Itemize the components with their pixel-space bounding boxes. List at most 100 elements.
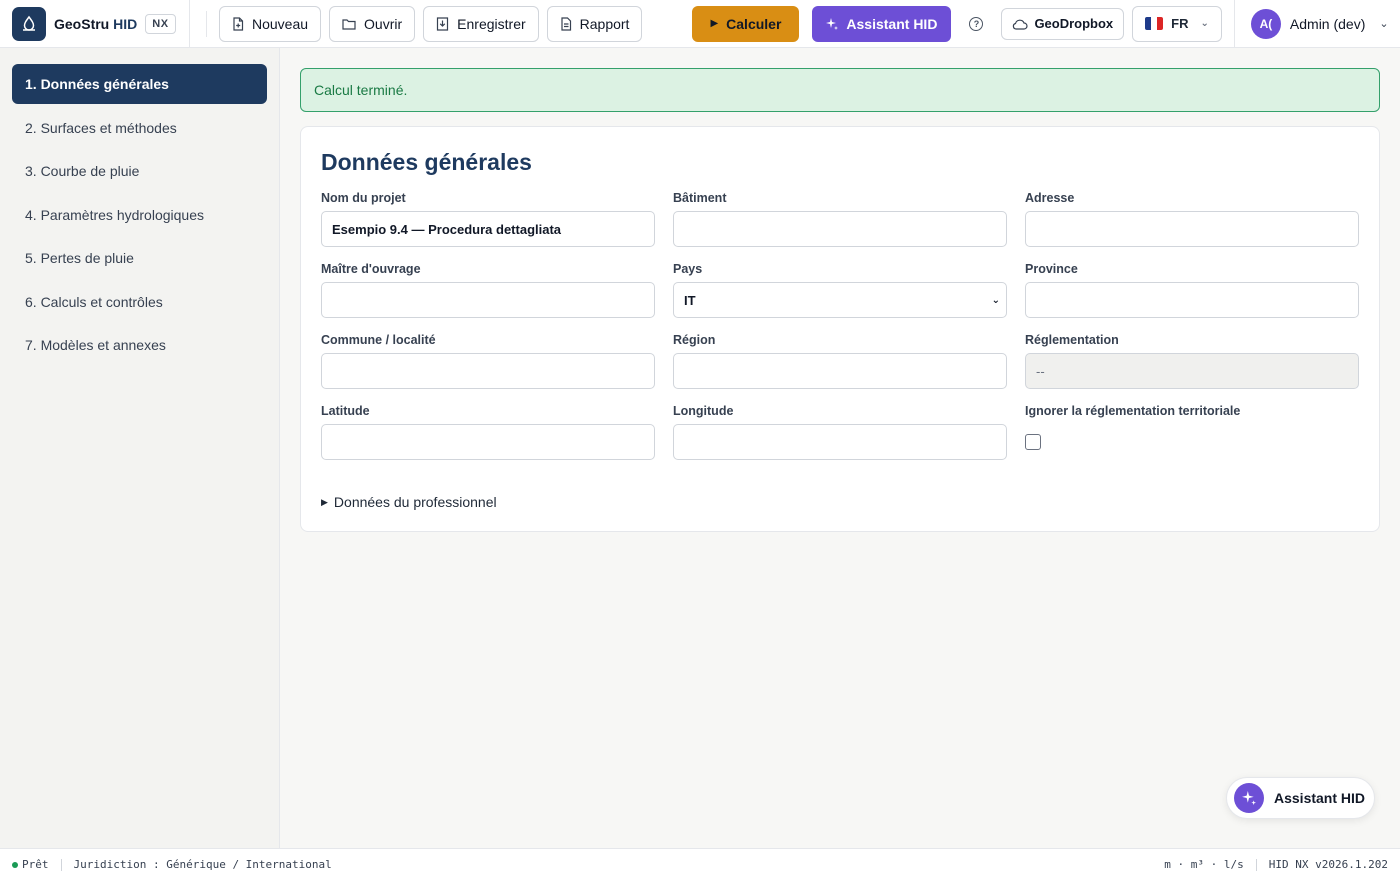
new-file-icon [233, 16, 244, 31]
language-label: FR [1171, 16, 1189, 31]
sidebar-item-rain-losses[interactable]: 5. Pertes de pluie [12, 238, 267, 278]
triangle-right-icon: ▶ [321, 496, 328, 507]
ignore-regulation-checkbox[interactable] [1025, 434, 1041, 450]
regulation-field: Réglementation -- [1025, 333, 1359, 389]
success-alert: Calcul terminé. [300, 68, 1380, 112]
sidebar-item-calculations[interactable]: 6. Calculs et contrôles [12, 282, 267, 322]
top-bar: GeoStru HID NX Nouveau Ouvrir Enregistre… [0, 0, 1400, 48]
toolbar-divider [206, 10, 207, 37]
save-button[interactable]: Enregistrer [423, 5, 539, 42]
client-label: Maître d'ouvrage [321, 262, 421, 276]
cloud-icon [1013, 19, 1028, 30]
country-select-value: IT [684, 292, 696, 308]
ignore-regulation-label: Ignorer la réglementation territoriale [1025, 404, 1241, 418]
page-title: Données générales [321, 149, 532, 175]
status-bar: Prêt Juridiction : Générique / Internati… [0, 848, 1400, 880]
jurisdiction-text: Juridiction : Générique / International [73, 858, 332, 871]
general-data-card: Données générales Nom du projet Esempio … [300, 126, 1380, 532]
calculate-button[interactable]: ▶ Calculer [692, 5, 800, 42]
brand-logo-icon [12, 6, 46, 41]
project-name-label: Nom du projet [321, 191, 406, 205]
brand: GeoStru HID NX [0, 0, 190, 48]
professional-data-toggle[interactable]: ▶ Données du professionnel [321, 494, 497, 510]
user-name: Admin (dev) [1289, 15, 1366, 32]
region-field: Région [673, 333, 1007, 389]
professional-data-label: Données du professionnel [333, 494, 497, 510]
longitude-input[interactable] [673, 424, 1007, 460]
sidebar-item-hydrological-params[interactable]: 4. Paramètres hydrologiques [12, 195, 267, 235]
geodropbox-button[interactable]: GeoDropbox [1001, 7, 1125, 40]
client-field: Maître d'ouvrage [321, 262, 655, 318]
latitude-field: Latitude [321, 404, 655, 460]
longitude-label: Longitude [673, 404, 734, 418]
open-button[interactable]: Ouvrir [329, 5, 416, 42]
new-button-label: Nouveau [252, 15, 309, 32]
report-icon [561, 16, 571, 31]
ignore-regulation-field: Ignorer la réglementation territoriale [1025, 404, 1359, 460]
save-icon [437, 16, 449, 31]
brand-name: GeoStru HID [54, 15, 138, 32]
save-button-label: Enregistrer [457, 15, 526, 32]
sidebar: 1. Données générales 2. Surfaces et méth… [0, 48, 280, 848]
building-field: Bâtiment [673, 191, 1007, 247]
play-icon: ▶ [710, 18, 719, 29]
help-icon[interactable]: ? [969, 16, 984, 31]
building-label: Bâtiment [673, 191, 727, 205]
municipality-input[interactable] [321, 353, 655, 389]
calculate-button-label: Calculer [726, 15, 782, 32]
status-text: Prêt [22, 858, 49, 871]
sparkle-icon [1234, 783, 1264, 813]
assistant-button[interactable]: Assistant HID [812, 5, 952, 42]
municipality-field: Commune / localité [321, 333, 655, 389]
folder-icon [342, 18, 356, 30]
report-button[interactable]: Rapport [546, 5, 643, 42]
sparkle-icon [826, 17, 839, 30]
address-input[interactable] [1025, 211, 1359, 247]
sidebar-item-rain-curve[interactable]: 3. Courbe de pluie [12, 151, 267, 191]
latitude-input[interactable] [321, 424, 655, 460]
region-input[interactable] [673, 353, 1007, 389]
report-button-label: Rapport [579, 15, 630, 32]
language-selector[interactable]: FR ⌄ [1132, 5, 1222, 42]
status-divider [1255, 858, 1257, 871]
floating-assistant-button[interactable]: Assistant HID [1226, 777, 1375, 819]
latitude-label: Latitude [321, 404, 370, 418]
status-divider [60, 858, 62, 871]
version-text: HID NX v2026.1.202 [1268, 858, 1388, 871]
brand-badge: NX [145, 13, 176, 34]
country-label: Pays [673, 262, 703, 276]
country-select[interactable]: IT ⌄ [673, 282, 1007, 318]
address-field: Adresse [1025, 191, 1359, 247]
country-field: Pays IT ⌄ [673, 262, 1007, 318]
province-field: Province [1025, 262, 1359, 318]
project-name-field: Nom du projet Esempio 9.4 — Procedura de… [321, 191, 655, 247]
regulation-label: Réglementation [1025, 333, 1119, 347]
chevron-down-icon: ⌄ [1379, 18, 1389, 30]
longitude-field: Longitude [673, 404, 1007, 460]
open-button-label: Ouvrir [364, 15, 403, 32]
avatar: A( [1250, 8, 1281, 39]
sidebar-item-general-data[interactable]: 1. Données générales [12, 64, 267, 104]
chevron-down-icon: ⌄ [991, 294, 1000, 306]
municipality-label: Commune / localité [321, 333, 436, 347]
form-grid: Nom du projet Esempio 9.4 — Procedura de… [321, 191, 1359, 460]
units-text: m · m³ · l/s [1164, 858, 1244, 871]
regulation-input: -- [1025, 353, 1359, 389]
sidebar-item-surfaces-methods[interactable]: 2. Surfaces et méthodes [12, 108, 267, 148]
floating-assistant-label: Assistant HID [1274, 790, 1366, 806]
assistant-button-label: Assistant HID [846, 15, 938, 32]
project-name-input[interactable]: Esempio 9.4 — Procedura dettagliata [321, 211, 655, 247]
new-button[interactable]: Nouveau [219, 5, 322, 42]
main-content: Calcul terminé. Données générales Nom du… [300, 68, 1380, 532]
status-dot-icon [12, 861, 18, 868]
client-input[interactable] [321, 282, 655, 318]
address-label: Adresse [1025, 191, 1075, 205]
building-input[interactable] [673, 211, 1007, 247]
user-menu[interactable]: A( Admin (dev) ⌄ [1233, 0, 1389, 48]
french-flag-icon [1145, 17, 1164, 30]
province-input[interactable] [1025, 282, 1359, 318]
geodropbox-label: GeoDropbox [1034, 16, 1114, 31]
sidebar-item-models-annexes[interactable]: 7. Modèles et annexes [12, 325, 267, 365]
region-label: Région [673, 333, 716, 347]
province-label: Province [1025, 262, 1078, 276]
